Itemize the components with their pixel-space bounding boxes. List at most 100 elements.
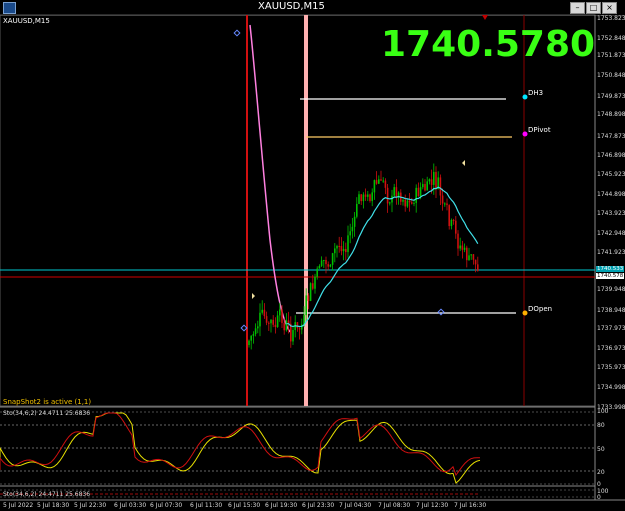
price-axis-label: 1747.873 <box>597 133 625 140</box>
time-axis-label: 5 Jul 22:30 <box>74 502 107 509</box>
candle-body <box>455 220 457 234</box>
candle-body <box>448 205 450 227</box>
candle-body <box>323 259 325 261</box>
candle-body <box>364 194 367 197</box>
price-axis-label: 1746.898 <box>597 152 625 159</box>
time-axis-label: 5 Jul 18:30 <box>37 502 70 509</box>
candle-body <box>408 200 411 203</box>
snapshot-status: SnapShot2 is active (1,1) <box>3 398 92 406</box>
price-axis-label: 1753.823 <box>597 15 625 22</box>
candle-body <box>329 264 332 267</box>
time-axis-label: 7 Jul 16:30 <box>454 502 487 509</box>
candle-body <box>265 316 268 323</box>
candle-body <box>463 247 466 250</box>
candle-body <box>382 180 384 182</box>
arrow-marker <box>252 293 255 299</box>
candle-body <box>334 248 336 254</box>
candle-body <box>380 179 382 181</box>
price-axis-label: 1743.923 <box>597 210 625 217</box>
candle-body <box>430 179 433 185</box>
big-price-display: 1740.5780 <box>381 24 596 65</box>
price-axis-label: 1752.848 <box>597 35 625 42</box>
candle-body <box>349 231 351 236</box>
candle-body <box>345 248 347 253</box>
ind1-level-80: 80 <box>597 422 605 429</box>
arrow-marker <box>482 15 488 20</box>
candle-body <box>468 255 470 261</box>
bid-price-tag: 1740.578 <box>596 273 625 279</box>
candle-body <box>433 171 435 185</box>
indicator-curve <box>249 24 291 333</box>
candle-body <box>362 194 365 202</box>
candle-body <box>428 179 431 182</box>
candle-body <box>347 235 349 253</box>
price-axis-label: 1734.998 <box>597 384 625 391</box>
candle-body <box>389 202 391 204</box>
candle-body <box>375 180 378 184</box>
candle-body <box>358 194 360 204</box>
candle-body <box>274 324 277 328</box>
candle-body <box>325 259 327 265</box>
candle-body <box>307 295 310 301</box>
candle-body <box>272 319 274 325</box>
candle-body <box>444 203 446 205</box>
price-axis-label: 1738.948 <box>597 307 625 314</box>
level-marker-dpivot <box>522 131 528 137</box>
candle-body <box>367 194 369 197</box>
candle-body <box>411 202 413 204</box>
candle-body <box>301 324 303 330</box>
candle-body <box>320 260 323 266</box>
ind1-level-20: 20 <box>597 469 605 476</box>
candle-body <box>477 264 479 271</box>
price-axis-label: 1751.873 <box>597 52 625 59</box>
diamond-marker <box>233 29 241 37</box>
price-chart[interactable] <box>0 0 625 511</box>
candle-body <box>257 326 259 329</box>
time-axis-label: 7 Jul 08:30 <box>378 502 411 509</box>
candle-body <box>422 184 424 188</box>
candle-body <box>281 309 283 324</box>
level-label-dh3: DH3 <box>528 89 544 97</box>
candle-body <box>386 187 389 204</box>
candle-body <box>452 219 455 221</box>
indicator1-title: Sto(34,6,2) 24.4711 25.6836 <box>3 410 91 417</box>
candle-body <box>360 194 362 202</box>
candle-body <box>276 315 279 328</box>
candle-body <box>459 245 461 249</box>
price-axis-label: 1741.923 <box>597 249 625 256</box>
candle-body <box>353 216 356 227</box>
candle-body <box>435 171 437 189</box>
ind1-level-0: 0 <box>597 481 601 488</box>
candle-body <box>254 328 257 335</box>
candle-body <box>250 335 252 341</box>
candle-body <box>472 254 475 260</box>
time-axis-label: 6 Jul 23:30 <box>302 502 335 509</box>
candle-body <box>384 180 387 188</box>
price-axis-label: 1744.898 <box>597 191 625 198</box>
price-axis-label: 1750.848 <box>597 72 625 79</box>
candle-body <box>413 202 415 204</box>
candle-body <box>316 268 318 277</box>
time-axis-label: 6 Jul 03:30 <box>114 502 147 509</box>
candle-body <box>373 180 376 193</box>
ind2-level-0: 0 <box>597 494 601 501</box>
candle-body <box>378 179 380 184</box>
candle-body <box>406 200 409 207</box>
candle-body <box>285 320 288 331</box>
time-axis-label: 6 Jul 15:30 <box>228 502 261 509</box>
price-axis-label: 1742.948 <box>597 230 625 237</box>
candle-body <box>404 199 406 207</box>
candle-body <box>259 312 261 327</box>
level-label-dpivot: DPivot <box>528 126 551 134</box>
candle-body <box>439 177 442 196</box>
price-axis-label: 1748.898 <box>597 111 625 118</box>
candle-body <box>270 319 272 324</box>
candle-body <box>340 245 343 252</box>
candle-body <box>305 295 307 316</box>
candle-body <box>395 187 398 198</box>
candle-body <box>261 309 263 313</box>
candle-body <box>279 309 281 316</box>
current-price-tag: 1740.533 <box>596 266 625 272</box>
candle-body <box>426 181 428 191</box>
candle-body <box>314 276 316 289</box>
